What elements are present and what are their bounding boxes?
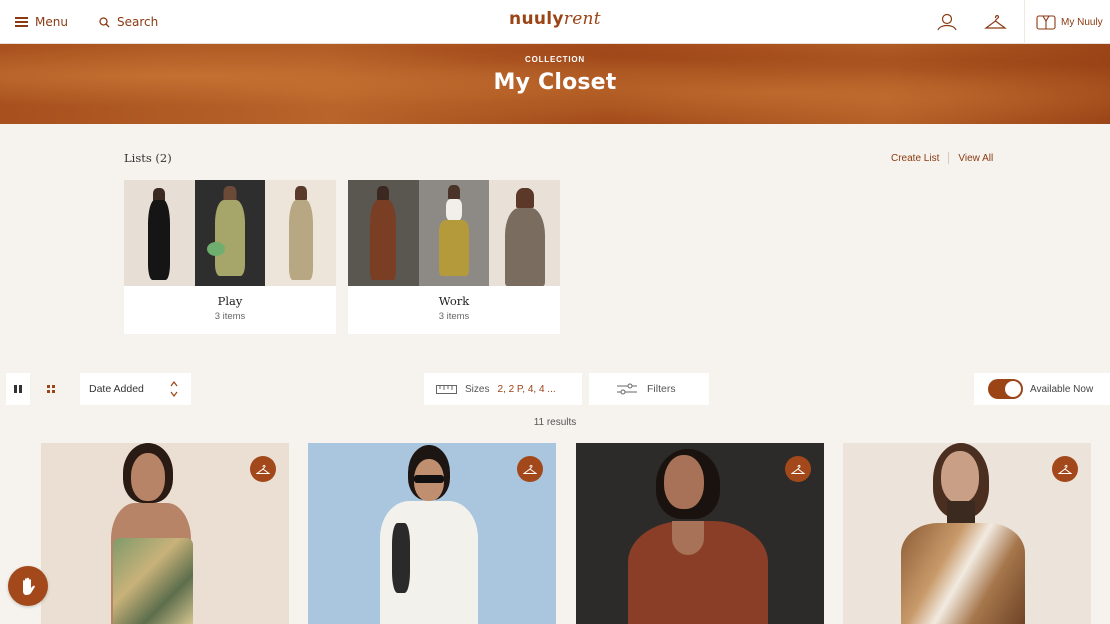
list-count: 3 items xyxy=(438,311,470,322)
figure xyxy=(504,208,545,286)
results-count: 11 results xyxy=(533,417,577,428)
top-header: Menu Search nuulyrent My Nuuly xyxy=(0,0,1110,44)
figure xyxy=(448,185,460,199)
closet-icon xyxy=(1036,15,1056,30)
filters-button[interactable]: Filters xyxy=(589,373,709,405)
grid-view-icon xyxy=(47,385,55,393)
figure xyxy=(439,220,469,276)
add-to-closet-button[interactable] xyxy=(1052,456,1078,482)
hanger-icon xyxy=(1058,464,1072,474)
list-name: Work xyxy=(438,294,470,308)
collection-banner: COLLECTION My Closet xyxy=(0,44,1110,124)
product-photo xyxy=(392,523,410,593)
add-to-closet-button[interactable] xyxy=(517,456,543,482)
list-name: Play xyxy=(217,294,243,308)
list-photo xyxy=(348,180,419,286)
hanger-icon xyxy=(523,464,537,474)
product-photo xyxy=(672,521,704,555)
product-photo xyxy=(664,455,704,509)
list-view-button[interactable] xyxy=(6,373,30,405)
sort-label: Date Added xyxy=(89,383,144,395)
available-now-filter: Available Now xyxy=(974,373,1110,405)
sort-dropdown[interactable]: Date Added xyxy=(80,373,191,405)
create-list-link[interactable]: Create List xyxy=(891,153,939,164)
page-title: My Closet xyxy=(493,70,617,95)
list-photo xyxy=(489,180,561,286)
figure xyxy=(515,188,534,208)
product-photo xyxy=(113,538,193,624)
figure xyxy=(223,186,237,200)
list-count: 3 items xyxy=(214,311,246,322)
lists-actions: Create List View All xyxy=(891,152,993,164)
hanger-icon xyxy=(984,15,1007,29)
product-card[interactable] xyxy=(576,443,824,624)
sizes-label: Sizes xyxy=(465,383,490,395)
list-view-icon xyxy=(14,385,22,393)
banner-kicker: COLLECTION xyxy=(525,55,585,64)
ruler-icon xyxy=(436,384,457,394)
view-all-link[interactable]: View All xyxy=(958,153,993,164)
available-now-toggle[interactable] xyxy=(988,379,1023,399)
product-photo xyxy=(901,523,1025,624)
sliders-icon xyxy=(617,383,637,395)
logo-nuuly: nuuly xyxy=(509,9,564,29)
figure xyxy=(288,200,313,280)
closet-hanger-button[interactable] xyxy=(984,0,1007,44)
grid-view-button[interactable] xyxy=(39,373,63,405)
figure xyxy=(370,200,397,280)
lists-heading: Lists (2) xyxy=(124,151,172,165)
figure xyxy=(377,186,390,200)
product-photo xyxy=(941,451,979,503)
list-photos xyxy=(348,180,561,286)
help-chat-button[interactable] xyxy=(8,566,48,606)
figure xyxy=(446,199,462,221)
list-photo xyxy=(194,180,266,286)
product-card[interactable] xyxy=(843,443,1091,624)
account-button[interactable] xyxy=(936,0,958,44)
logo-rent: rent xyxy=(563,9,601,29)
add-to-closet-button[interactable] xyxy=(250,456,276,482)
figure xyxy=(148,200,171,280)
hanger-icon xyxy=(791,464,805,474)
figure xyxy=(215,200,245,276)
list-card-work[interactable]: Work 3 items xyxy=(348,180,561,334)
product-photo xyxy=(414,475,444,483)
list-photo xyxy=(418,180,490,286)
add-to-closet-button[interactable] xyxy=(785,456,811,482)
sort-arrows-icon xyxy=(169,380,179,400)
divider xyxy=(948,152,950,164)
product-card[interactable] xyxy=(41,443,289,624)
hanger-icon xyxy=(256,464,270,474)
figure xyxy=(294,186,307,200)
my-nuuly-label: My Nuuly xyxy=(1061,16,1103,28)
figure xyxy=(206,242,225,256)
user-icon xyxy=(937,13,957,31)
sizes-value: 2, 2 P, 4, 4 ... xyxy=(497,383,556,395)
filters-label: Filters xyxy=(647,383,676,395)
my-nuuly-button[interactable]: My Nuuly xyxy=(1024,0,1110,44)
toggle-knob xyxy=(1005,381,1021,397)
sizes-filter[interactable]: Sizes 2, 2 P, 4, 4 ... xyxy=(424,373,582,405)
list-photos xyxy=(124,180,337,286)
help-hand-icon xyxy=(23,577,35,595)
list-photo xyxy=(265,180,337,286)
available-now-label: Available Now xyxy=(1030,383,1094,395)
list-photo xyxy=(124,180,195,286)
list-card-play[interactable]: Play 3 items xyxy=(124,180,337,334)
product-photo xyxy=(131,453,165,501)
product-card[interactable] xyxy=(308,443,556,624)
